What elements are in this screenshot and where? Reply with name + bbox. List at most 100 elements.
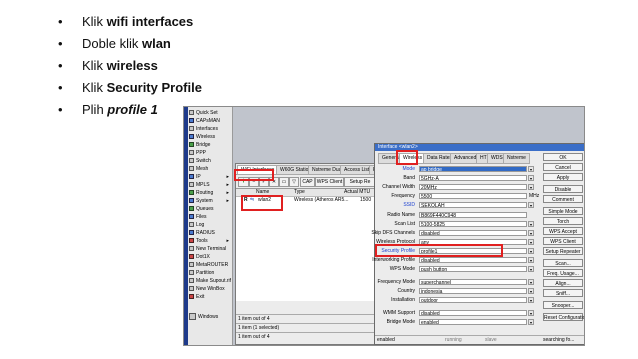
wps-accept-button[interactable]: WPS Accept	[543, 227, 583, 235]
dropdown-arrow-icon[interactable]: ▾	[528, 202, 534, 208]
dropdown-arrow-icon[interactable]: ▾	[528, 288, 534, 294]
submenu-arrow-icon: ▸	[226, 174, 229, 180]
sidebar-item-new-terminal[interactable]: New Terminal	[189, 246, 231, 253]
sidebar-item-exit[interactable]: Exit	[189, 294, 231, 301]
metarouter-icon	[189, 262, 194, 268]
sidebar-item-wireless[interactable]: Wireless	[189, 134, 231, 141]
sidebar-item-mesh[interactable]: Mesh	[189, 166, 231, 173]
setup-repeater-button[interactable]: Setup Re	[344, 177, 376, 187]
sidebar-item-label: Files	[196, 214, 207, 220]
wps-client-button[interactable]: WPS Client	[315, 177, 344, 187]
sidebar-item-switch[interactable]: Switch	[189, 158, 231, 165]
field-value[interactable]: 5500	[419, 193, 527, 199]
sidebar-item-log[interactable]: Log	[189, 222, 231, 229]
dropdown-arrow-icon[interactable]: ▾	[528, 230, 534, 236]
dropdown-arrow-icon[interactable]: ▾	[528, 310, 534, 316]
field-value[interactable]: 20MHz	[419, 184, 527, 190]
field-country: Country indonesia ▾	[377, 288, 537, 295]
bullet-bold: Security Profile	[106, 80, 202, 95]
field-label: WMM Support	[383, 310, 415, 316]
field-mode: Mode ap bridge ▾	[377, 166, 537, 173]
field-value[interactable]: 5100-5825	[419, 221, 527, 227]
sidebar-item-system[interactable]: System ▸	[189, 198, 231, 205]
scan-button[interactable]: Scan...	[543, 259, 583, 267]
column-header[interactable]: Type	[294, 189, 305, 196]
dropdown-arrow-icon[interactable]: ▾	[528, 266, 534, 272]
sniff-button[interactable]: Sniff...	[543, 289, 583, 297]
sidebar-item-radius[interactable]: RADIUS	[189, 230, 231, 237]
field-value[interactable]: B869F440C948	[419, 212, 527, 218]
sidebar-item-bridge[interactable]: Bridge	[189, 142, 231, 149]
dropdown-arrow-icon[interactable]: ▾	[528, 297, 534, 303]
field-channel-width: Channel Width 20MHz ▾	[377, 184, 537, 191]
sidebar-item-label: IP	[196, 174, 201, 180]
snooper-button[interactable]: Snooper...	[543, 301, 583, 309]
queues-icon	[189, 206, 194, 212]
column-header[interactable]: Actual MTU	[344, 189, 370, 196]
cap-button[interactable]: CAP	[300, 177, 315, 187]
field-value[interactable]: SEKOLAH	[419, 202, 527, 208]
comment-button[interactable]: Comment	[543, 195, 583, 203]
dropdown-arrow-icon[interactable]: ▾	[528, 166, 534, 172]
apply-button[interactable]: Apply	[543, 173, 583, 181]
sidebar-item-new-winbox[interactable]: New WinBox	[189, 286, 231, 293]
dropdown-arrow-icon[interactable]: ▾	[528, 175, 534, 181]
sidebar-item-routing[interactable]: Routing ▸	[189, 190, 231, 197]
field-value[interactable]: outdoor	[419, 297, 527, 303]
sidebar-item-windows[interactable]: Windows	[189, 313, 218, 321]
field-label: Skip DFS Channels	[371, 230, 415, 236]
dropdown-arrow-icon[interactable]: ▾	[528, 239, 534, 245]
align-button[interactable]: Align...	[543, 279, 583, 287]
dropdown-arrow-icon[interactable]: ▾	[528, 184, 534, 190]
dropdown-arrow-icon[interactable]: ▾	[528, 319, 534, 325]
field-label: SSID	[403, 202, 415, 208]
sidebar-item-ip[interactable]: IP ▸	[189, 174, 231, 181]
tools-icon	[189, 238, 194, 244]
field-value[interactable]: enabled	[419, 319, 527, 325]
simple-mode-button[interactable]: Simple Mode	[543, 207, 583, 215]
field-value[interactable]: superchannel	[419, 279, 527, 285]
field-value[interactable]: disabled	[419, 310, 527, 316]
ok-button[interactable]: OK	[543, 153, 583, 161]
sidebar-item-queues[interactable]: Queues	[189, 206, 231, 213]
filter-button[interactable]: ▽	[289, 177, 299, 187]
sidebar-item-make-supout-rif[interactable]: Make Supout.rif	[189, 278, 231, 285]
field-value[interactable]: push button	[419, 266, 527, 272]
sidebar-item-metarouter[interactable]: MetaROUTER	[189, 262, 231, 269]
sidebar-item-interfaces[interactable]: Interfaces	[189, 126, 231, 133]
torch-button[interactable]: Torch	[543, 217, 583, 225]
sidebar-item-dot1x[interactable]: Dot1X	[189, 254, 231, 261]
sidebar-item-mpls[interactable]: MPLS ▸	[189, 182, 231, 189]
disable-button[interactable]: Disable	[543, 185, 583, 193]
field-value[interactable]: 5GHz-A	[419, 175, 527, 181]
wps-client-button[interactable]: WPS Client	[543, 237, 583, 245]
sidebar-item-tools[interactable]: Tools ▸	[189, 238, 231, 245]
ip-icon	[189, 174, 194, 180]
sidebar-item-files[interactable]: Files	[189, 214, 231, 221]
mpls-icon	[189, 182, 194, 188]
field-label: Band	[403, 175, 415, 181]
dropdown-arrow-icon[interactable]: ▾	[528, 221, 534, 227]
sidebar-item-ppp[interactable]: PPP	[189, 150, 231, 157]
wifi-interfaces-window: WiFi Interfaces W60G Station Nstreme Dua…	[235, 163, 397, 345]
submenu-arrow-icon: ▸	[226, 182, 229, 188]
cancel-button[interactable]: Cancel	[543, 163, 583, 171]
reset-configuration-button[interactable]: Reset Configuration	[543, 313, 584, 321]
field-value[interactable]: disabled	[419, 257, 527, 263]
dropdown-arrow-icon[interactable]: ▾	[528, 257, 534, 263]
bullet-plain: Klik	[82, 58, 107, 73]
freq-usage-button[interactable]: Freq. Usage...	[543, 269, 583, 277]
sidebar-item-quick-set[interactable]: Quick Set	[189, 110, 231, 117]
tab-nstreme[interactable]: Nstreme	[503, 153, 530, 164]
dropdown-arrow-icon[interactable]: ▾	[528, 248, 534, 254]
sidebar-item-partition[interactable]: Partition	[189, 270, 231, 277]
sidebar-item-capsman[interactable]: CAPsMAN	[189, 118, 231, 125]
field-value[interactable]: ap bridge	[419, 166, 527, 172]
field-label: Interworking Profile	[372, 257, 415, 263]
field-value[interactable]: disabled	[419, 230, 527, 236]
setup-repeater-button[interactable]: Setup Repeater	[543, 247, 583, 255]
dropdown-arrow-icon[interactable]: ▾	[528, 279, 534, 285]
field-value[interactable]: indonesia	[419, 288, 527, 294]
sidebar-item-label: MPLS	[196, 182, 210, 188]
comment-button[interactable]: ▭	[279, 177, 289, 187]
